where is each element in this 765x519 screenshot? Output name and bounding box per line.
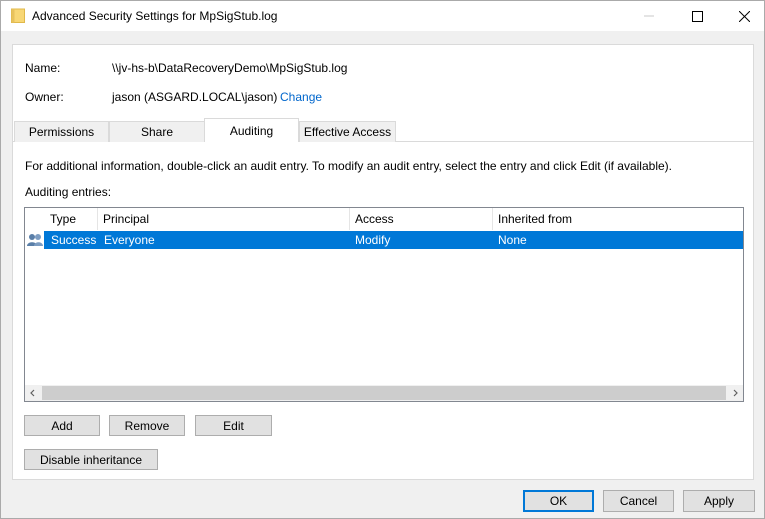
- window-title: Advanced Security Settings for MpSigStub…: [32, 9, 278, 23]
- owner-label: Owner:: [25, 90, 64, 104]
- chevron-right-icon: [733, 389, 738, 397]
- column-header-type[interactable]: Type: [45, 208, 98, 230]
- column-header-principal[interactable]: Principal: [98, 208, 350, 230]
- apply-button[interactable]: Apply: [683, 490, 755, 512]
- content-panel: Name: \\jv-hs-b\DataRecoveryDemo\MpSigSt…: [12, 44, 754, 480]
- name-label: Name:: [25, 61, 61, 75]
- row-type: Success: [51, 233, 97, 247]
- maximize-icon: [691, 10, 703, 22]
- minimize-icon: [644, 15, 654, 17]
- scroll-left-button[interactable]: [25, 385, 41, 401]
- auditing-info-text: For additional information, double-click…: [25, 159, 672, 173]
- remove-button[interactable]: Remove: [109, 415, 185, 436]
- column-header-inherited-from[interactable]: Inherited from: [493, 208, 743, 230]
- column-header-access[interactable]: Access: [350, 208, 493, 230]
- folder-icon: [11, 8, 25, 23]
- tab-effective-access[interactable]: Effective Access: [299, 121, 396, 142]
- title-bar[interactable]: Advanced Security Settings for MpSigStub…: [1, 1, 764, 31]
- close-icon: [738, 10, 750, 22]
- disable-inheritance-button[interactable]: Disable inheritance: [24, 449, 158, 470]
- scroll-right-button[interactable]: [727, 385, 743, 401]
- minimize-button[interactable]: [626, 1, 672, 31]
- edit-button[interactable]: Edit: [195, 415, 272, 436]
- tab-auditing[interactable]: Auditing: [204, 118, 299, 142]
- auditing-entries-label: Auditing entries:: [25, 185, 112, 199]
- add-button[interactable]: Add: [24, 415, 100, 436]
- horizontal-scrollbar[interactable]: [25, 385, 743, 401]
- row-inherited-from: None: [498, 233, 527, 247]
- auditing-entries-list[interactable]: Type Principal Access Inherited from Suc…: [24, 207, 744, 402]
- row-access: Modify: [355, 233, 391, 247]
- close-button[interactable]: [721, 1, 765, 31]
- change-owner-link[interactable]: Change: [280, 90, 322, 104]
- owner-value: jason (ASGARD.LOCAL\jason): [112, 90, 278, 104]
- tab-share[interactable]: Share: [109, 121, 205, 142]
- maximize-button[interactable]: [674, 1, 720, 31]
- row-principal: Everyone: [104, 233, 155, 247]
- cancel-button[interactable]: Cancel: [603, 490, 674, 512]
- table-row[interactable]: Success Everyone Modify None: [44, 231, 743, 249]
- tab-permissions[interactable]: Permissions: [14, 121, 109, 142]
- users-icon: [27, 234, 43, 246]
- name-value: \\jv-hs-b\DataRecoveryDemo\MpSigStub.log: [112, 61, 348, 75]
- chevron-left-icon: [30, 389, 35, 397]
- ok-button[interactable]: OK: [523, 490, 594, 512]
- scrollbar-thumb[interactable]: [42, 386, 726, 400]
- security-settings-window: Advanced Security Settings for MpSigStub…: [0, 0, 765, 519]
